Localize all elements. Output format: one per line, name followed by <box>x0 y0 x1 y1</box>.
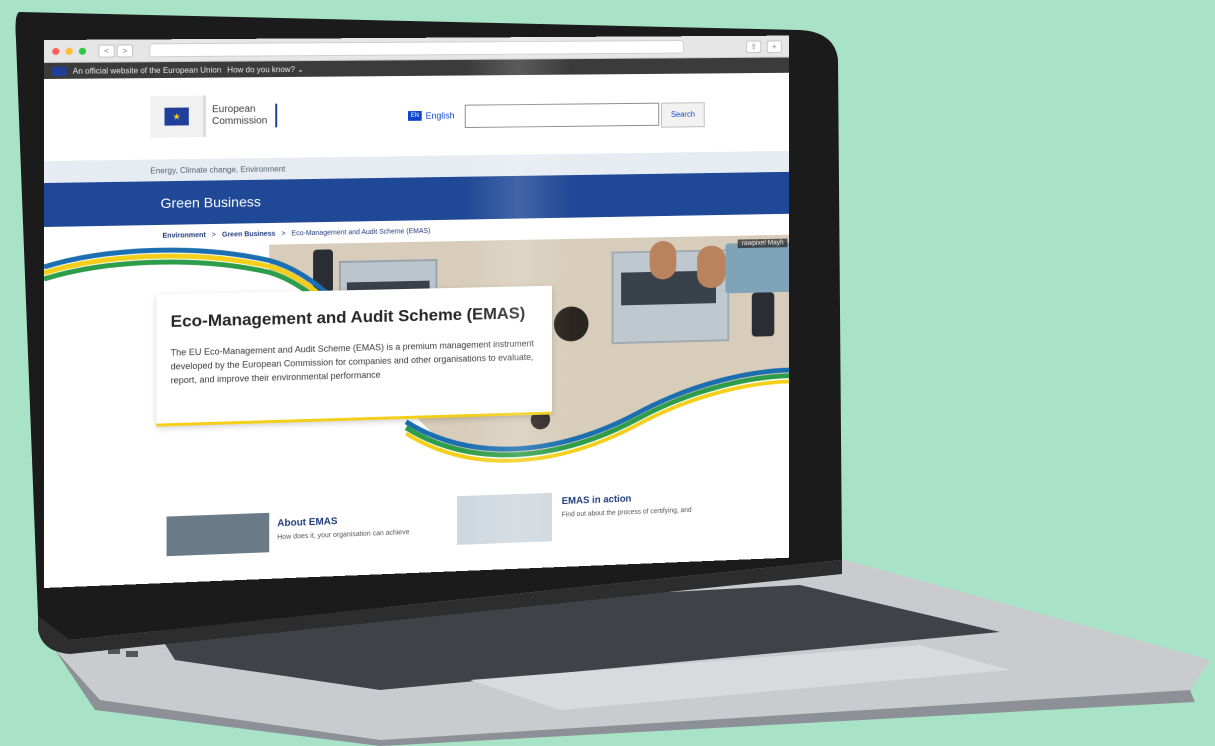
site-topics: Energy, Climate change, Environment <box>150 164 285 175</box>
minimize-window-button[interactable] <box>66 47 73 54</box>
card-image-in-action[interactable] <box>457 493 552 545</box>
language-label: English <box>426 111 455 121</box>
card-text-in-action: Find out about the process of certifying… <box>562 507 692 519</box>
new-tab-icon[interactable]: + <box>767 40 782 52</box>
card-image-about[interactable] <box>167 513 270 556</box>
ec-logo[interactable]: ★ European Commission <box>150 95 277 138</box>
breadcrumb-item-environment[interactable]: Environment <box>162 232 205 240</box>
nav-arrows: < > <box>98 44 133 57</box>
close-window-button[interactable] <box>52 47 59 54</box>
forward-button[interactable]: > <box>117 44 133 57</box>
eu-official-text: An official website of the European Unio… <box>73 65 221 75</box>
eu-stars-icon: ★ <box>165 108 189 126</box>
breadcrumb-separator: > <box>281 230 285 237</box>
search-input[interactable] <box>465 103 659 128</box>
card-title-about[interactable]: About EMAS <box>277 516 337 529</box>
scene: < > ⇪ + An official website of the Europ… <box>0 0 1215 746</box>
address-bar[interactable] <box>149 40 684 57</box>
ec-logo-mark: ★ <box>150 95 206 137</box>
logo-line-2: Commission <box>212 116 267 128</box>
eu-flag-icon <box>52 66 66 75</box>
language-selector[interactable]: EN English <box>408 111 455 121</box>
hero-title: Eco-Management and Audit Scheme (EMAS) <box>171 304 526 332</box>
site-title[interactable]: Green Business <box>160 194 260 211</box>
zoom-window-button[interactable] <box>79 47 86 54</box>
breadcrumb-item-current: Eco-Management and Audit Scheme (EMAS) <box>291 227 430 236</box>
ec-logo-text: European Commission <box>212 104 277 128</box>
language-icon: EN <box>408 111 422 121</box>
how-do-you-know-link[interactable]: How do you know? ⌄ <box>227 65 304 74</box>
breadcrumb-item-green-business[interactable]: Green Business <box>222 230 275 238</box>
back-button[interactable]: < <box>98 44 114 57</box>
hero-section: rawpixel Mayh Eco-Management and Audit S… <box>44 235 789 487</box>
card-text-about: How does it, your organisation can achie… <box>277 529 409 541</box>
logo-line-1: European <box>212 104 267 116</box>
card-title-in-action[interactable]: EMAS in action <box>562 494 632 507</box>
share-icon[interactable]: ⇪ <box>746 40 761 53</box>
site-header: ★ European Commission EN English Search <box>44 73 789 161</box>
breadcrumb-separator: > <box>212 231 216 238</box>
screen-area: < > ⇪ + An official website of the Europ… <box>44 40 804 610</box>
hero-description: The EU Eco-Management and Audit Scheme (… <box>171 336 539 387</box>
hero-text-panel: Eco-Management and Audit Scheme (EMAS) T… <box>156 286 552 427</box>
browser-window: < > ⇪ + An official website of the Europ… <box>44 36 789 588</box>
search-button[interactable]: Search <box>661 102 705 127</box>
